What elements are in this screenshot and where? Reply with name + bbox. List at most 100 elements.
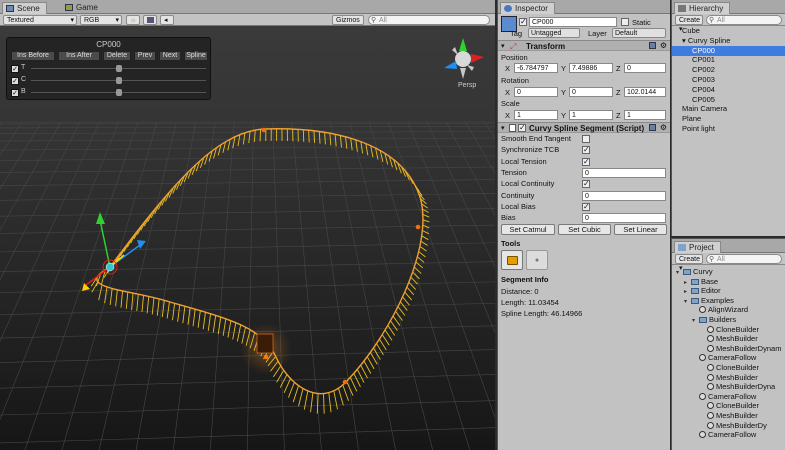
hierarchy-item[interactable]: Point light — [672, 124, 785, 134]
scale-z-field[interactable]: 1 — [624, 110, 666, 120]
tag-dropdown[interactable]: Untagged — [528, 28, 580, 38]
project-create-button[interactable]: Create ▾ — [675, 254, 703, 272]
project-script-item[interactable]: MeshBuilderDynam — [700, 344, 781, 354]
foldout-arrow-icon[interactable]: ▾ — [684, 297, 691, 307]
hierarchy-search-input[interactable]: ⚲ All — [706, 15, 782, 25]
object-name-field[interactable]: CP000 — [529, 17, 617, 27]
perspective-label[interactable]: Persp — [458, 82, 476, 89]
segment-prop-checkbox[interactable]: ✓ — [582, 180, 590, 189]
color-mode-dropdown[interactable]: RGB ▾ — [80, 15, 122, 25]
set-catmul-button[interactable]: Set Catmul — [501, 224, 555, 235]
segment-prop-checkbox[interactable]: ✓ — [582, 157, 590, 166]
project-folder-item[interactable]: ▸ Editor — [684, 286, 721, 296]
tab-game[interactable]: Game — [62, 2, 104, 14]
segment-prop-field[interactable]: 0 — [582, 190, 666, 201]
control-point-handle[interactable] — [415, 224, 421, 230]
hierarchy-item[interactable]: ▾ Curvy Spline — [672, 36, 785, 46]
help-icon[interactable] — [649, 124, 656, 131]
set-linear-button[interactable]: Set Linear — [614, 224, 667, 235]
tool-toggle-button[interactable]: ● — [526, 250, 548, 270]
project-script-item[interactable]: CameraFollow — [692, 430, 756, 440]
project-script-item[interactable]: CloneBuilder — [700, 363, 759, 373]
project-folder-item[interactable]: ▾ Curvy — [676, 267, 713, 277]
scale-y-field[interactable]: 1 — [569, 110, 613, 120]
project-folder-item[interactable]: ▸ Base — [684, 277, 718, 287]
foldout-arrow-icon[interactable]: ▾ — [692, 316, 699, 326]
spline-button[interactable]: Spline — [184, 51, 208, 61]
segment-prop-checkbox[interactable] — [582, 135, 590, 143]
control-point-handle[interactable] — [342, 379, 348, 385]
project-script-item[interactable]: CameraFollow — [692, 392, 756, 402]
gizmos-dropdown[interactable]: Gizmos ▾ — [332, 15, 364, 33]
rotation-z-field[interactable]: 102.0144 — [624, 87, 666, 97]
control-point-handle[interactable] — [261, 127, 267, 133]
project-script-item[interactable]: MeshBuilderDyna — [700, 382, 775, 392]
insert-after-button[interactable]: Ins After — [58, 51, 100, 61]
gear-icon[interactable]: ⚙ — [660, 41, 667, 50]
continuity-slider-knob[interactable] — [115, 77, 122, 84]
project-folder-item[interactable]: ▾ Builders — [692, 315, 736, 325]
segment-enabled-checkbox[interactable]: ✓ — [518, 124, 526, 132]
image-toggle[interactable] — [143, 15, 157, 25]
hierarchy-item[interactable]: Main Camera — [672, 104, 785, 114]
set-cubic-button[interactable]: Set Cubic — [558, 224, 611, 235]
project-script-item[interactable]: MeshBuilderDy — [700, 421, 767, 431]
project-folder-item[interactable]: ▾ Examples — [684, 296, 734, 306]
gear-icon[interactable]: ⚙ — [660, 123, 667, 132]
rotation-x-field[interactable]: 0 — [514, 87, 558, 97]
project-script-item[interactable]: CameraFollow — [692, 353, 756, 363]
hierarchy-item[interactable]: Plane — [672, 114, 785, 124]
spline-length-text: Spline Length: 46.14966 — [501, 309, 583, 318]
static-checkbox[interactable] — [621, 18, 629, 26]
project-script-item[interactable]: AlignWizard — [692, 305, 748, 315]
delete-button[interactable]: Delete — [103, 51, 131, 61]
continuity-checkbox[interactable]: ✓ — [11, 77, 19, 85]
project-script-item[interactable]: MeshBuilder — [700, 373, 758, 383]
segment-prop-checkbox[interactable]: ✓ — [582, 146, 590, 155]
rotation-y-field[interactable]: 0 — [569, 87, 613, 97]
active-checkbox[interactable]: ✓ — [519, 18, 527, 26]
cube-object[interactable] — [256, 333, 274, 354]
next-button[interactable]: Next — [159, 51, 181, 61]
tension-slider-knob[interactable] — [115, 65, 122, 72]
segment-prop-field[interactable]: 0 — [582, 167, 666, 178]
lock-button[interactable] — [501, 250, 523, 270]
tension-checkbox[interactable]: ✓ — [11, 65, 19, 73]
project-script-item[interactable]: CloneBuilder — [700, 325, 759, 335]
position-z-field[interactable]: 0 — [624, 63, 666, 73]
segment-prop-field[interactable]: 0 — [582, 213, 666, 224]
hierarchy-item[interactable]: Cube — [672, 26, 785, 36]
lighting-toggle[interactable]: ☼ — [126, 15, 140, 25]
project-search-input[interactable]: ⚲ All — [706, 254, 782, 264]
hierarchy-item[interactable]: CP003 — [672, 75, 785, 85]
tab-inspector[interactable]: Inspector — [500, 2, 555, 14]
hierarchy-item[interactable]: CP000 — [672, 45, 785, 56]
project-script-item[interactable]: CloneBuilder — [700, 401, 759, 411]
segment-component-header[interactable]: ▾ ✓ Curvy Spline Segment (Script) ⚙ — [498, 122, 670, 133]
help-icon[interactable] — [649, 42, 656, 49]
hierarchy-item[interactable]: CP001 — [672, 55, 785, 65]
tab-scene[interactable]: Scene — [2, 2, 47, 14]
tab-project[interactable]: Project — [674, 241, 721, 253]
position-y-field[interactable]: 7.49886 — [569, 63, 613, 73]
render-mode-dropdown[interactable]: Textured ▾ — [3, 15, 77, 25]
hierarchy-item[interactable]: CP005 — [672, 95, 785, 105]
scene-search-input[interactable]: ⚲ All — [368, 15, 490, 25]
hierarchy-item[interactable]: CP002 — [672, 65, 785, 75]
position-x-field[interactable]: -6.784797 — [514, 63, 558, 73]
transform-header[interactable]: ▾ ⤢ Transform ⚙ — [498, 40, 670, 51]
bias-slider-knob[interactable] — [115, 89, 122, 96]
prev-button[interactable]: Prev — [134, 51, 156, 61]
project-script-item[interactable]: MeshBuilder — [700, 411, 758, 421]
audio-toggle[interactable]: ◂ — [160, 15, 174, 25]
foldout-arrow-icon[interactable]: ▾ — [676, 268, 683, 278]
insert-before-button[interactable]: Ins Before — [11, 51, 55, 61]
scale-x-field[interactable]: 1 — [514, 110, 558, 120]
project-script-item[interactable]: MeshBuilder — [700, 334, 758, 344]
tab-hierarchy[interactable]: Hierarchy — [674, 2, 731, 14]
hierarchy-item[interactable]: CP004 — [672, 85, 785, 95]
hierarchy-create-button[interactable]: Create ▾ — [675, 15, 703, 33]
layer-dropdown[interactable]: Default — [612, 28, 666, 38]
bias-checkbox[interactable]: ✓ — [11, 89, 19, 97]
segment-prop-checkbox[interactable]: ✓ — [582, 202, 590, 211]
